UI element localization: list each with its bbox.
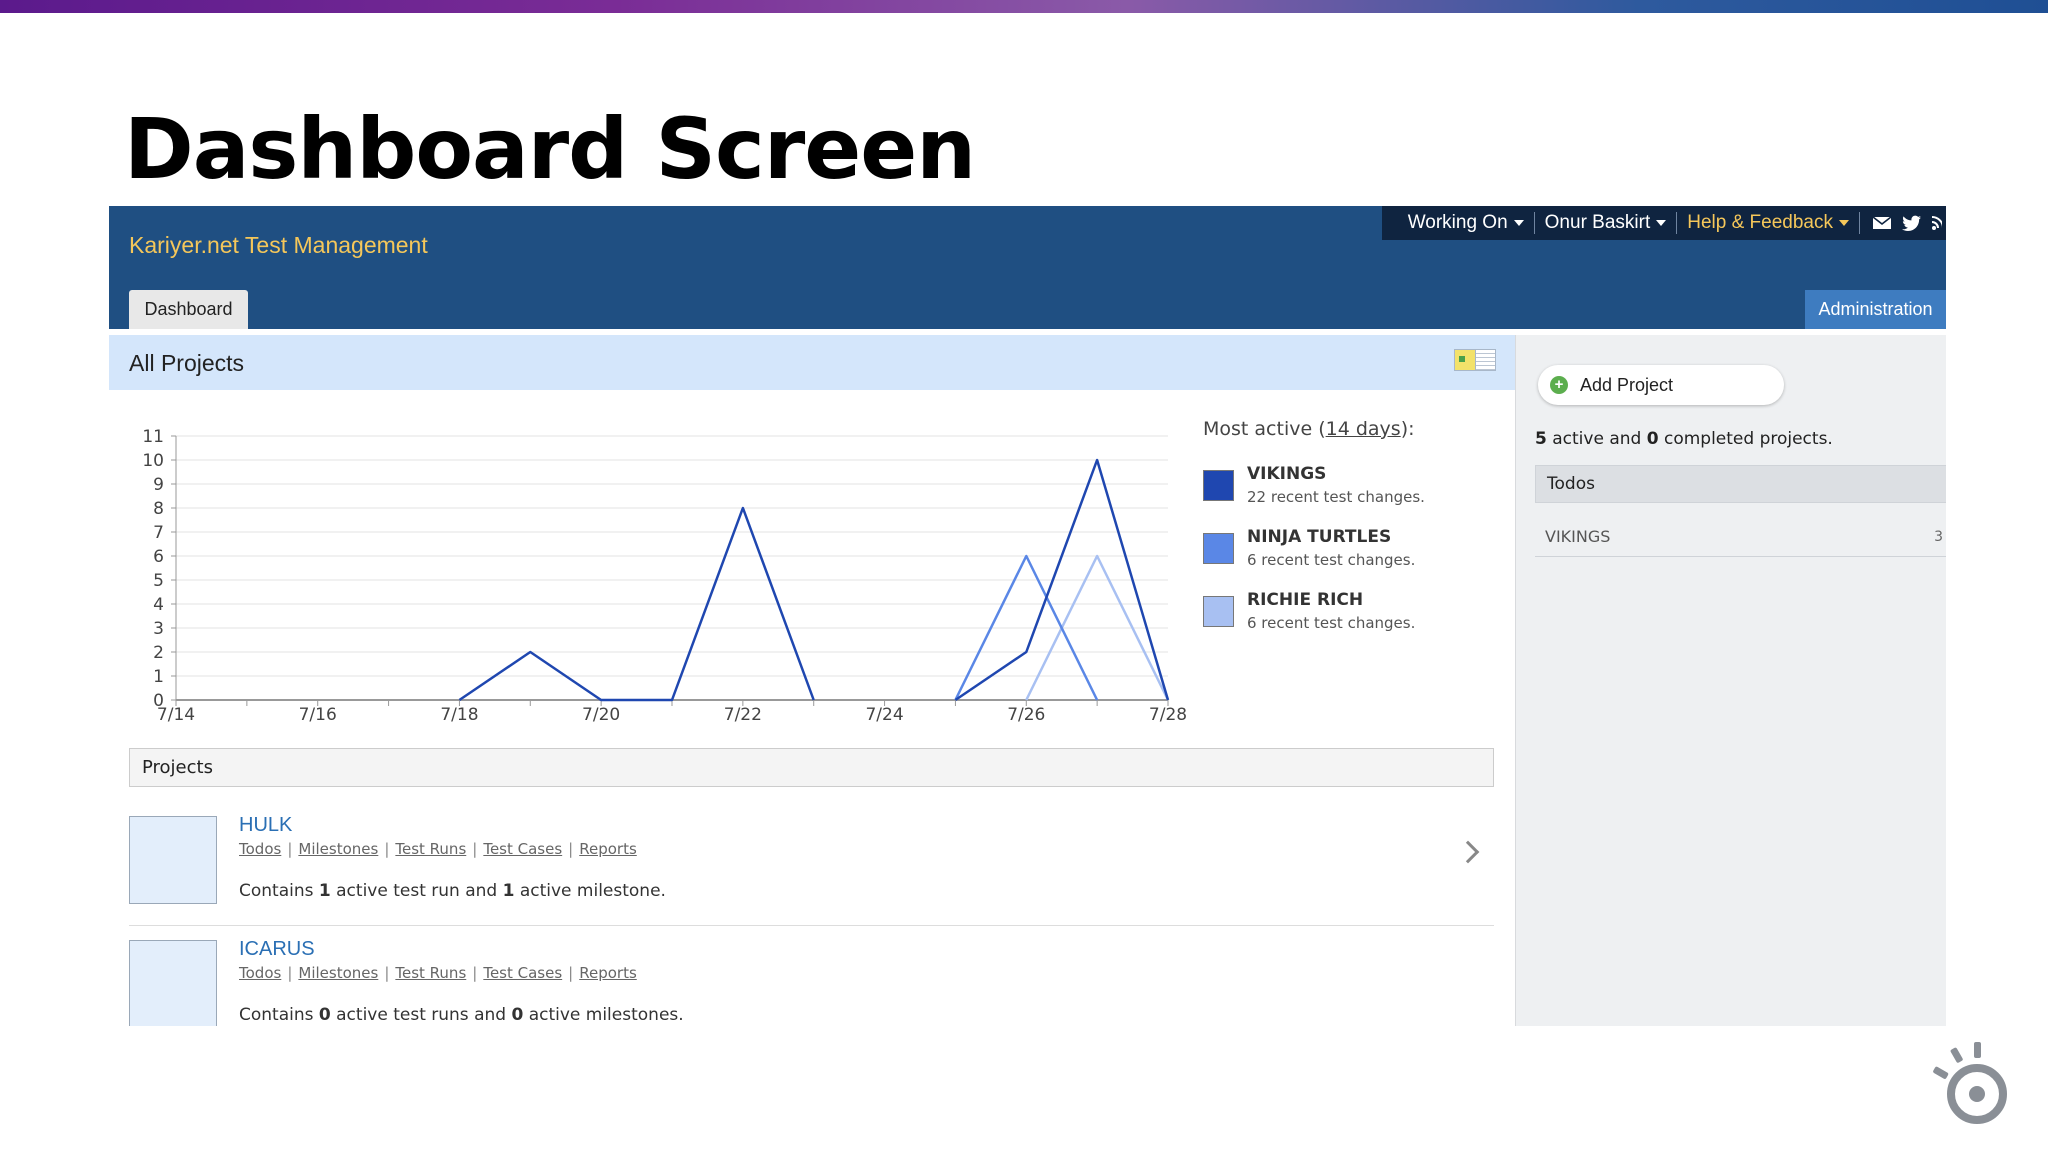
x-tick-label: 7/18: [440, 705, 478, 724]
help-feedback-label: Help & Feedback: [1687, 212, 1833, 233]
todos-header: Todos: [1535, 465, 1946, 503]
top-navigation: Working On Onur Baskirt Help & Feedback: [1381, 206, 1946, 240]
page-title: All Projects: [129, 350, 245, 376]
legend-entry: RICHIE RICH 6 recent test changes.: [1203, 584, 1503, 647]
twitter-icon[interactable]: [1902, 215, 1922, 232]
todos-link[interactable]: Todos: [239, 840, 281, 858]
legend-heading: Most active (14 days):: [1203, 418, 1503, 440]
user-name: Onur Baskirt: [1544, 212, 1651, 233]
brand-logo-icon: [1933, 1042, 2007, 1124]
x-tick-label: 7/24: [865, 705, 903, 724]
test-cases-link[interactable]: Test Cases: [483, 964, 562, 982]
projects-summary: 5 active and 0 completed projects.: [1535, 429, 1833, 449]
project-description: Contains 1 active test run and 1 active …: [239, 881, 666, 901]
milestones-link[interactable]: Milestones: [298, 840, 378, 858]
legend-swatch: [1203, 596, 1234, 627]
legend-period-link[interactable]: 14 days: [1326, 418, 1401, 440]
view-mode-toggle[interactable]: [1454, 349, 1496, 371]
y-tick-label: 3: [153, 619, 164, 639]
chevron-down-icon: [1656, 220, 1667, 226]
todos-link[interactable]: Todos: [239, 964, 281, 982]
user-menu[interactable]: Onur Baskirt: [1535, 212, 1677, 234]
y-tick-label: 11: [142, 427, 164, 447]
sidebar: + Add Project 5 active and 0 completed p…: [1515, 335, 1946, 1026]
add-project-label: Add Project: [1580, 374, 1674, 395]
project-links: Todos | Milestones | Test Runs | Test Cases | Re…: [239, 964, 637, 982]
working-on-menu[interactable]: Working On: [1398, 212, 1534, 234]
project-thumbnail[interactable]: [129, 816, 217, 904]
y-tick-label: 6: [153, 547, 164, 567]
x-tick-label: 7/20: [582, 705, 620, 724]
legend-heading-suffix: ):: [1400, 418, 1415, 440]
legend-swatch: [1203, 470, 1234, 501]
test-runs-link[interactable]: Test Runs: [395, 840, 466, 858]
legend-series-changes: 6 recent test changes.: [1247, 614, 1416, 632]
tab-administration[interactable]: Administration: [1805, 290, 1946, 329]
chevron-right-icon[interactable]: [1456, 840, 1480, 864]
tab-dashboard[interactable]: Dashboard: [129, 290, 248, 329]
reports-link[interactable]: Reports: [579, 840, 637, 858]
legend-swatch: [1203, 533, 1234, 564]
all-projects-bar: All Projects: [109, 335, 1516, 390]
x-tick-label: 7/26: [1007, 705, 1045, 724]
project-thumbnail[interactable]: [129, 940, 217, 1026]
test-cases-link[interactable]: Test Cases: [483, 840, 562, 858]
legend-entry: NINJA TURTLES 6 recent test changes.: [1203, 521, 1503, 584]
top-accent-band: [0, 0, 2048, 13]
project-row[interactable]: HULK Todos | Milestones | Test Runs | Test Cas…: [129, 802, 1494, 926]
project-links: Todos | Milestones | Test Runs | Test Cases | Re…: [239, 840, 637, 858]
legend-heading-prefix: Most active (: [1203, 418, 1326, 440]
y-tick-label: 5: [153, 571, 164, 591]
y-tick-label: 10: [142, 451, 164, 471]
project-row[interactable]: ICARUS Todos | Milestones | Test Runs | Test C…: [129, 926, 1494, 1026]
mail-icon[interactable]: [1872, 215, 1892, 231]
app-header: Kariyer.net Test Management Working On O…: [109, 206, 1946, 329]
y-tick-label: 7: [153, 523, 164, 543]
app-name[interactable]: Kariyer.net Test Management: [129, 232, 428, 259]
test-runs-link[interactable]: Test Runs: [395, 964, 466, 982]
chevron-down-icon: [1839, 220, 1849, 226]
legend-series-changes: 22 recent test changes.: [1247, 488, 1425, 506]
legend-series-changes: 6 recent test changes.: [1247, 551, 1416, 569]
list-view-icon[interactable]: [1475, 350, 1495, 370]
projects-section-header: Projects: [129, 748, 1494, 787]
app-window: Kariyer.net Test Management Working On O…: [109, 206, 1946, 1026]
y-tick-label: 4: [153, 595, 164, 615]
chevron-down-icon: [1513, 220, 1524, 226]
project-name-link[interactable]: ICARUS: [239, 938, 315, 961]
grid-view-icon[interactable]: [1455, 350, 1476, 370]
project-name-link[interactable]: HULK: [239, 814, 292, 837]
project-description: Contains 0 active test runs and 0 active…: [239, 1005, 684, 1025]
slide-title: Dashboard Screen: [124, 100, 976, 198]
legend-series-name: NINJA TURTLES: [1247, 527, 1392, 547]
x-tick-label: 7/14: [157, 705, 195, 724]
y-tick-label: 2: [153, 643, 164, 663]
legend-series-name: RICHIE RICH: [1247, 590, 1364, 610]
milestones-link[interactable]: Milestones: [298, 964, 378, 982]
todo-count: 3: [1934, 529, 1943, 545]
y-tick-label: 8: [153, 499, 164, 519]
x-tick-label: 7/28: [1149, 705, 1187, 724]
y-tick-label: 9: [153, 475, 164, 495]
legend-series-name: VIKINGS: [1247, 464, 1327, 484]
x-tick-label: 7/22: [724, 705, 762, 724]
reports-link[interactable]: Reports: [579, 964, 637, 982]
legend-entry: VIKINGS 22 recent test changes.: [1203, 458, 1503, 521]
todo-project-name: VIKINGS: [1545, 527, 1611, 546]
plus-icon: +: [1550, 376, 1568, 394]
todo-item[interactable]: VIKINGS 3: [1535, 525, 1946, 557]
working-on-label: Working On: [1407, 212, 1508, 233]
rss-icon[interactable]: [1932, 215, 1942, 231]
help-feedback-menu[interactable]: Help & Feedback: [1677, 212, 1859, 234]
activity-chart: 012345678910117/14 7/16 7/18 7/20 7/22 7/24 7/…: [142, 427, 1187, 724]
most-active-legend: Most active (14 days): VIKINGS 22 recent…: [1203, 418, 1503, 647]
y-tick-label: 1: [153, 667, 164, 687]
x-tick-label: 7/16: [299, 705, 337, 724]
social-icons: [1860, 215, 1946, 232]
add-project-button[interactable]: + Add Project: [1538, 365, 1784, 405]
